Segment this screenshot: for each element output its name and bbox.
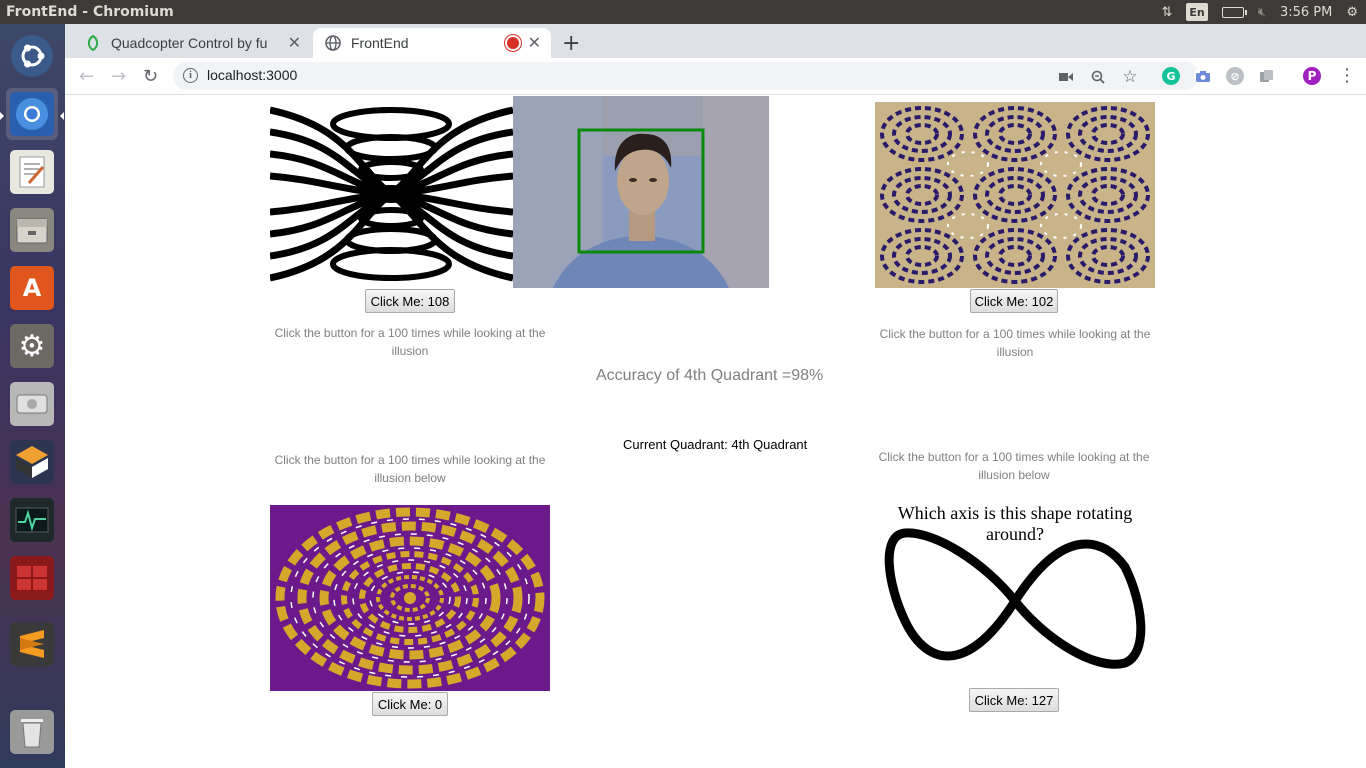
virtualbox-icon[interactable] bbox=[6, 436, 58, 488]
workspace-switcher-icon[interactable] bbox=[6, 552, 58, 604]
hint-text-top-right: Click the button for a 100 times while l… bbox=[879, 327, 1151, 359]
rotating-rings-illusion-image bbox=[875, 102, 1155, 288]
leaf-icon bbox=[85, 35, 101, 51]
network-icon[interactable]: ⇅ bbox=[1161, 3, 1172, 21]
keyboard-language-indicator[interactable]: En bbox=[1186, 3, 1208, 21]
webcam-feed bbox=[513, 96, 769, 288]
grammarly-icon[interactable]: G bbox=[1162, 67, 1180, 85]
trash-icon[interactable] bbox=[6, 706, 58, 758]
power-gear-icon[interactable]: ⚙ bbox=[1346, 3, 1358, 21]
click-counter-button-top-right[interactable]: Click Me: 102 bbox=[970, 289, 1058, 313]
back-icon[interactable]: ← bbox=[79, 66, 94, 87]
click-counter-button-bottom-right[interactable]: Click Me: 127 bbox=[969, 688, 1059, 712]
rotating-shape-illusion: Which axis is this shape rotating around… bbox=[875, 503, 1155, 685]
url-text[interactable]: localhost:3000 bbox=[207, 67, 297, 83]
page-content: Click Me: 108 Click the button for a 100… bbox=[65, 96, 1366, 768]
file-manager-icon[interactable] bbox=[6, 204, 58, 256]
screenshot-camera-icon[interactable] bbox=[1194, 67, 1212, 85]
recording-icon bbox=[507, 37, 519, 49]
text-editor-icon[interactable] bbox=[6, 146, 58, 198]
click-counter-button-top-left[interactable]: Click Me: 108 bbox=[365, 289, 455, 313]
software-center-icon[interactable]: A bbox=[6, 262, 58, 314]
system-monitor-icon[interactable] bbox=[6, 494, 58, 546]
reload-icon[interactable]: ↻ bbox=[143, 66, 158, 87]
forward-icon[interactable]: → bbox=[111, 66, 126, 87]
chromium-launcher-icon[interactable] bbox=[6, 88, 58, 140]
hint-text-top-left: Click the button for a 100 times while l… bbox=[274, 326, 546, 358]
launcher-dock: A ⚙ bbox=[0, 24, 65, 768]
camera-in-use-icon[interactable] bbox=[1057, 68, 1075, 86]
close-icon[interactable]: ✕ bbox=[288, 33, 301, 53]
profile-avatar[interactable]: P bbox=[1303, 67, 1321, 85]
click-counter-button-bottom-left[interactable]: Click Me: 0 bbox=[372, 692, 448, 716]
bookmark-star-icon[interactable]: ☆ bbox=[1121, 67, 1139, 87]
hint-text-bottom-right: Click the button for a 100 times while l… bbox=[878, 450, 1150, 482]
disk-icon[interactable] bbox=[6, 378, 58, 430]
tunnel-illusion-image bbox=[270, 102, 513, 287]
window-title: FrontEnd - Chromium bbox=[6, 4, 174, 20]
volume-icon[interactable]: 🔇︎ bbox=[1258, 3, 1266, 21]
system-settings-icon[interactable]: ⚙ bbox=[6, 320, 58, 372]
extension-compass-icon[interactable]: ⊘ bbox=[1226, 67, 1244, 85]
extension-cards-icon[interactable] bbox=[1258, 67, 1276, 85]
ubuntu-home-icon[interactable] bbox=[6, 30, 58, 82]
os-top-bar: FrontEnd - Chromium ⇅ En 🔇︎ 3:56 PM ⚙ bbox=[0, 0, 1366, 24]
accuracy-text: Accuracy of 4th Quadrant =98% bbox=[596, 367, 824, 384]
hint-text-bottom-left: Click the button for a 100 times while l… bbox=[274, 453, 546, 485]
tab-frontend[interactable]: FrontEnd ✕ bbox=[313, 28, 551, 58]
focused-indicator bbox=[60, 112, 64, 120]
tab-quadcopter[interactable]: Quadcopter Control by fu ✕ bbox=[73, 28, 311, 58]
current-quadrant-text: Current Quadrant: 4th Quadrant bbox=[623, 437, 808, 452]
menu-kebab-icon[interactable]: ⋮ bbox=[1338, 65, 1356, 86]
close-icon[interactable]: ✕ bbox=[528, 33, 541, 53]
tab-title: Quadcopter Control by fu bbox=[111, 35, 268, 51]
new-tab-button[interactable]: + bbox=[562, 31, 580, 56]
tab-title: FrontEnd bbox=[351, 35, 409, 51]
browser-toolbar: ← → ↻ i localhost:3000 ☆ G ⊘ P ⋮ bbox=[65, 58, 1366, 95]
zoom-icon[interactable] bbox=[1089, 68, 1107, 86]
globe-icon bbox=[325, 35, 341, 51]
spiral-illusion-image bbox=[270, 505, 550, 691]
sublime-text-icon[interactable] bbox=[6, 618, 58, 670]
browser-tab-strip: Quadcopter Control by fu ✕ FrontEnd ✕ + bbox=[65, 24, 1366, 58]
address-bar[interactable]: i localhost:3000 ☆ bbox=[173, 62, 1199, 90]
battery-icon[interactable] bbox=[1221, 3, 1247, 21]
info-icon[interactable]: i bbox=[183, 68, 198, 83]
active-indicator bbox=[0, 112, 4, 120]
clock[interactable]: 3:56 PM bbox=[1280, 3, 1332, 21]
